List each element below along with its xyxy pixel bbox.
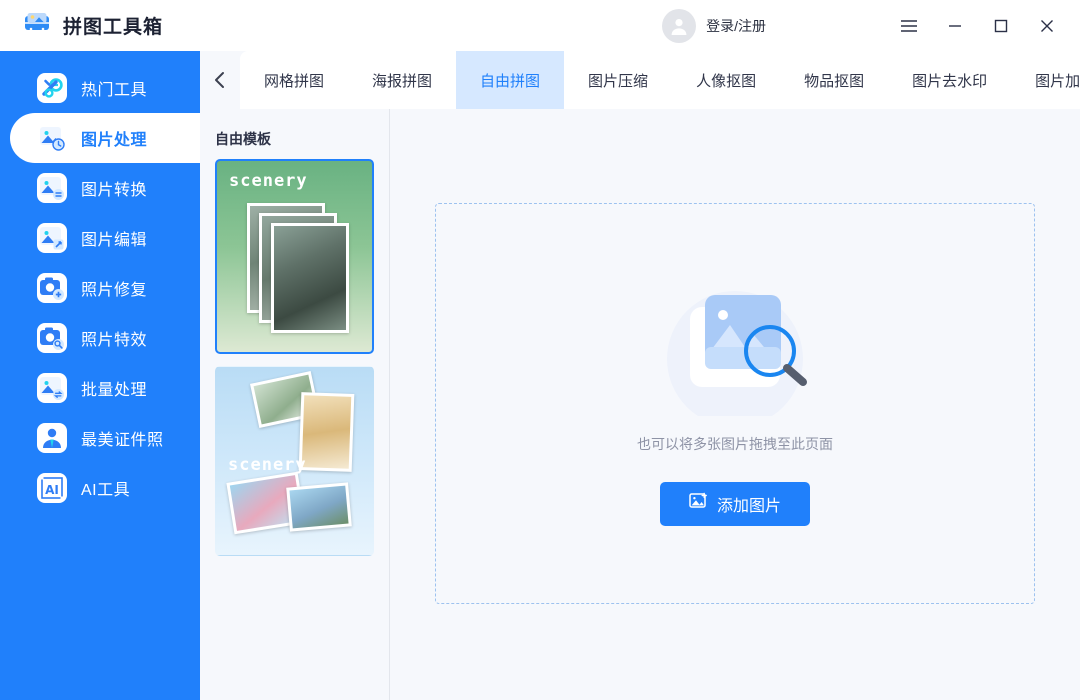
account-area[interactable]: 登录/注册	[662, 9, 766, 43]
add-image-icon	[689, 492, 708, 516]
sidebar-item-label: 照片特效	[81, 326, 147, 350]
sidebar-item-label: 热门工具	[81, 76, 147, 100]
puzzle-toolbox-icon	[22, 8, 52, 43]
sidebar-item-label: AI工具	[81, 476, 130, 500]
svg-text:AI: AI	[45, 483, 59, 497]
template-photo	[286, 482, 352, 531]
template-card-green-stacked[interactable]: scenery	[215, 159, 374, 354]
sidebar-item-label: 最美证件照	[81, 426, 164, 450]
tab-portrait-cutout[interactable]: 人像抠图	[672, 51, 780, 109]
tab-list: 网格拼图 海报拼图 自由拼图 图片压缩 人像抠图 物品抠图 图片去水印 图片加水	[240, 51, 1080, 109]
sidebar-item-hot-tools[interactable]: 热门工具	[0, 63, 200, 113]
batch-process-icon	[37, 373, 67, 403]
sidebar-item-photo-effects[interactable]: 照片特效	[0, 313, 200, 363]
app-window: 拼图工具箱 登录/注册	[0, 0, 1080, 700]
tab-remove-watermark[interactable]: 图片去水印	[888, 51, 1011, 109]
brand: 拼图工具箱	[0, 8, 200, 43]
template-panel-title: 自由模板	[200, 109, 389, 159]
template-photo	[299, 392, 355, 472]
image-convert-icon	[37, 173, 67, 203]
sidebar-top-gap	[0, 51, 200, 63]
add-image-button[interactable]: 添加图片	[660, 482, 810, 526]
image-drop-zone[interactable]: 也可以将多张图片拖拽至此页面 添加图片	[435, 203, 1035, 604]
ai-tools-icon: AI	[37, 473, 67, 503]
template-panel: 自由模板 scenery scenery	[200, 109, 390, 700]
sidebar-item-photo-repair[interactable]: 照片修复	[0, 263, 200, 313]
photo-repair-icon	[37, 273, 67, 303]
sidebar-item-id-photo[interactable]: 最美证件照	[0, 413, 200, 463]
close-icon[interactable]	[1024, 4, 1070, 48]
tab-object-cutout[interactable]: 物品抠图	[780, 51, 888, 109]
sidebar-item-label: 照片修复	[81, 276, 147, 300]
add-image-button-label: 添加图片	[717, 492, 781, 516]
sidebar-item-image-edit[interactable]: 图片编辑	[0, 213, 200, 263]
sidebar-item-label: 批量处理	[81, 376, 147, 400]
tab-free-collage[interactable]: 自由拼图	[456, 51, 564, 109]
template-word: scenery	[229, 171, 308, 191]
id-photo-icon	[37, 423, 67, 453]
tab-image-compress[interactable]: 图片压缩	[564, 51, 672, 109]
sidebar-item-label: 图片处理	[81, 126, 147, 150]
image-search-placeholder-icon	[635, 281, 835, 416]
maximize-icon[interactable]	[978, 4, 1024, 48]
sidebar-item-ai-tools[interactable]: AI AI工具	[0, 463, 200, 513]
app-title: 拼图工具箱	[63, 12, 163, 39]
image-edit-icon	[37, 223, 67, 253]
sidebar-item-image-process[interactable]: 图片处理	[0, 113, 200, 163]
hot-tools-icon	[37, 73, 67, 103]
chevron-left-icon[interactable]	[200, 51, 240, 109]
login-register-label[interactable]: 登录/注册	[706, 16, 766, 36]
tab-bar: 网格拼图 海报拼图 自由拼图 图片压缩 人像抠图 物品抠图 图片去水印 图片加水	[200, 51, 1080, 109]
tab-poster-collage[interactable]: 海报拼图	[348, 51, 456, 109]
sidebar-item-image-convert[interactable]: 图片转换	[0, 163, 200, 213]
user-avatar-icon	[662, 9, 696, 43]
sidebar-item-label: 图片编辑	[81, 226, 147, 250]
sidebar-item-label: 图片转换	[81, 176, 147, 200]
hamburger-menu-icon[interactable]	[886, 4, 932, 48]
tab-grid-collage[interactable]: 网格拼图	[240, 51, 348, 109]
template-photo	[271, 223, 349, 333]
drop-hint-text: 也可以将多张图片拖拽至此页面	[637, 434, 833, 454]
sidebar-item-batch-process[interactable]: 批量处理	[0, 363, 200, 413]
template-word: scenery	[228, 455, 307, 475]
template-card-blue-scattered[interactable]: scenery	[215, 366, 374, 556]
minimize-icon[interactable]	[932, 4, 978, 48]
image-process-icon	[37, 123, 67, 153]
tab-add-watermark[interactable]: 图片加水	[1011, 51, 1080, 109]
sidebar: 热门工具 图片处理	[0, 51, 200, 700]
window-controls	[886, 4, 1080, 48]
photo-effects-icon	[37, 323, 67, 353]
title-bar: 拼图工具箱 登录/注册	[0, 0, 1080, 51]
